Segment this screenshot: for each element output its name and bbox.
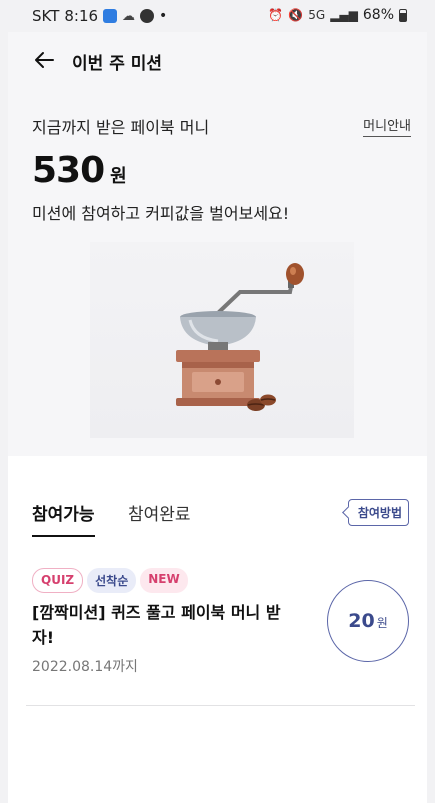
carrier-label: SKT xyxy=(32,7,60,25)
mission-title: [깜짝미션] 퀴즈 풀고 페이북 머니 받자! xyxy=(32,603,281,647)
reward-unit: 원 xyxy=(376,616,388,630)
battery-icon xyxy=(399,8,407,22)
battery-percent: 68% xyxy=(362,7,394,23)
tab-completed[interactable]: 참여완료 xyxy=(128,500,191,525)
app-notification-icon xyxy=(103,9,118,23)
mission-badges: QUIZ 선착순 NEW xyxy=(32,568,188,593)
mission-deadline: 2022.08.14까지 xyxy=(32,659,138,675)
new-badge: NEW xyxy=(140,568,188,593)
tab-available[interactable]: 참여가능 xyxy=(32,500,95,537)
mute-icon: 🔇 xyxy=(288,8,304,22)
signal-icon: ▂▄▆ xyxy=(330,8,358,22)
time-label: 8:16 xyxy=(64,7,99,25)
money-amount: 530 원 xyxy=(32,150,127,191)
cta-text: 미션에 참여하고 커피값을 벌어보세요! xyxy=(32,204,290,223)
network-type-icon: 5G xyxy=(308,8,326,22)
reward-circle: 20 원 xyxy=(327,580,409,662)
reward-value: 20 xyxy=(348,610,375,632)
back-arrow-icon[interactable] xyxy=(32,48,56,72)
app-header: 이번 주 미션 xyxy=(8,32,427,90)
first-come-badge: 선착순 xyxy=(87,568,137,593)
money-guide-link[interactable]: 머니안내 xyxy=(363,115,411,137)
alarm-icon: ⏰ xyxy=(268,8,284,22)
more-notifications-icon: • xyxy=(159,8,168,24)
cloud-icon: ☁ xyxy=(122,8,136,24)
money-summary: 지금까지 받은 페이북 머니 머니안내 530 원 미션에 참여하고 커피값을 … xyxy=(8,90,427,456)
coffee-grinder-icon xyxy=(176,263,304,411)
quiz-badge: QUIZ xyxy=(32,568,84,593)
coffee-grinder-illustration xyxy=(90,242,354,438)
earned-label: 지금까지 받은 페이북 머니 xyxy=(32,118,210,137)
amount-unit: 원 xyxy=(110,166,127,187)
page-title: 이번 주 미션 xyxy=(72,54,163,74)
status-bar: SKT 8:16 ☁ • ⏰ 🔇 5G ▂▄▆ 68% xyxy=(0,0,435,32)
list-divider xyxy=(26,705,415,706)
lock-app-icon xyxy=(140,9,155,23)
how-to-participate-button[interactable]: 참여방법 xyxy=(347,499,409,526)
mission-tabs: 참여가능 참여완료 참여방법 xyxy=(8,456,427,546)
amount-value: 530 xyxy=(32,150,105,191)
mission-item[interactable]: QUIZ 선착순 NEW [깜짝미션] 퀴즈 풀고 페이북 머니 받자! 202… xyxy=(8,546,427,706)
